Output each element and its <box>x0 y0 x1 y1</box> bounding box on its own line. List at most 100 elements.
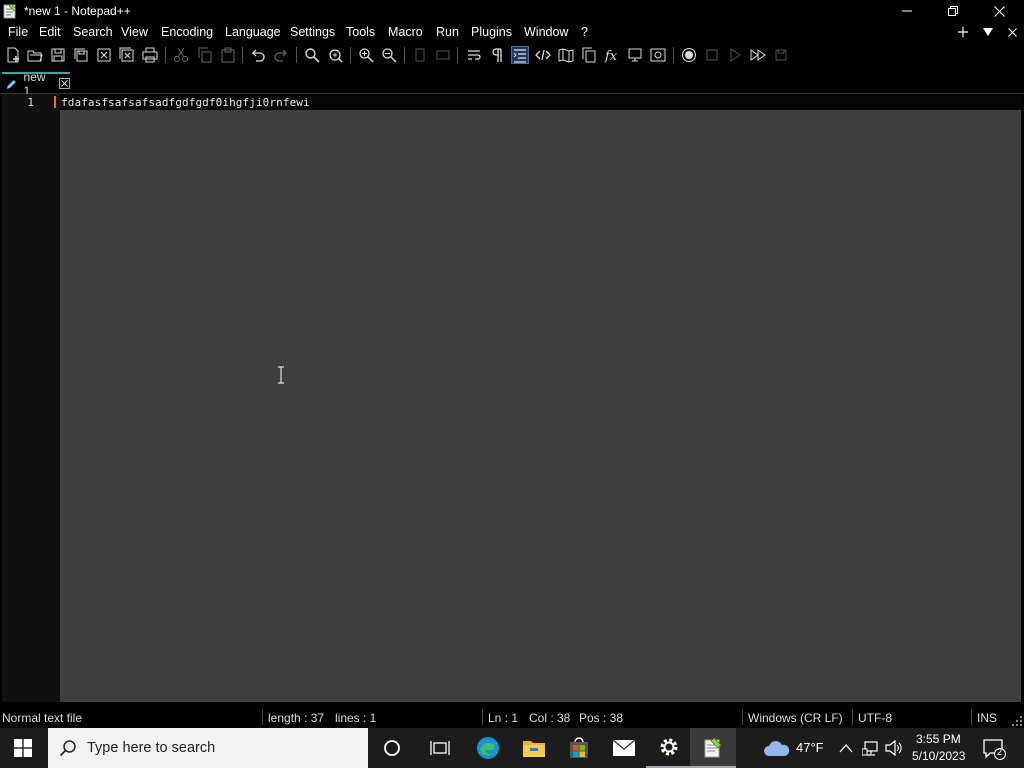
run-macro-multiple-button[interactable] <box>749 46 767 64</box>
taskbar-notepadpp[interactable] <box>690 728 736 768</box>
menu-tools[interactable]: Tools <box>346 25 375 39</box>
clock-date[interactable]: 5/10/2023 <box>912 749 965 763</box>
playback-button[interactable] <box>726 46 744 64</box>
restore-button[interactable] <box>930 0 976 22</box>
print-icon <box>142 47 158 63</box>
notepadpp-icon <box>704 737 722 758</box>
task-view-button[interactable] <box>417 728 463 768</box>
monitoring-button[interactable] <box>649 46 667 64</box>
tab-bar: new 1 <box>0 68 1024 98</box>
cortana-button[interactable] <box>369 728 415 768</box>
gear-icon <box>660 738 678 756</box>
menu-search[interactable]: Search <box>73 25 113 39</box>
tab-list-button[interactable] <box>980 24 996 40</box>
xml-tag-button[interactable] <box>534 46 552 64</box>
tab-new-1[interactable]: new 1 <box>2 70 70 98</box>
replace-button[interactable] <box>326 46 344 64</box>
redo-icon <box>274 49 287 62</box>
menu-run[interactable]: Run <box>436 25 459 39</box>
redo-button[interactable] <box>272 46 290 64</box>
menu-view[interactable]: View <box>121 25 148 39</box>
text-editor[interactable]: 1 fdafasfsafsafsadfgdfgdf0ihgfji0rnfewi <box>2 94 1021 702</box>
close-document-button[interactable] <box>1004 24 1020 40</box>
menu-encoding[interactable]: Encoding <box>161 25 213 39</box>
play-icon <box>730 48 741 62</box>
menu-window[interactable]: Window <box>524 25 568 39</box>
save-button[interactable] <box>49 46 67 64</box>
taskbar-file-explorer[interactable] <box>511 728 557 768</box>
taskbar-mail[interactable] <box>601 728 647 768</box>
print-button[interactable] <box>141 46 159 64</box>
indent-guide-icon <box>513 49 526 63</box>
menu-settings[interactable]: Settings <box>290 25 335 39</box>
zoom-out-button[interactable] <box>380 46 398 64</box>
taskbar-edge[interactable] <box>465 728 511 768</box>
svg-text:fx: fx <box>604 49 618 63</box>
open-file-button[interactable] <box>26 46 44 64</box>
line-number: 1 <box>27 96 34 109</box>
close-window-button[interactable] <box>976 0 1022 22</box>
save-all-button[interactable] <box>72 46 90 64</box>
close-file-icon <box>97 48 111 62</box>
notification-icon <box>983 739 1006 760</box>
copy-button[interactable] <box>196 46 214 64</box>
menu-plugins[interactable]: Plugins <box>471 25 512 39</box>
toolbar-separator <box>296 47 297 63</box>
copy-icon <box>198 47 212 63</box>
word-wrap-button[interactable] <box>465 46 483 64</box>
sync-horizontal-scroll-button[interactable] <box>434 46 452 64</box>
show-all-characters-button[interactable] <box>488 46 506 64</box>
sync-vertical-scroll-button[interactable] <box>411 46 429 64</box>
document-list-button[interactable] <box>580 46 598 64</box>
volume-button[interactable] <box>885 739 903 759</box>
function-list-button[interactable]: fx <box>603 46 621 64</box>
minimize-button[interactable] <box>884 0 930 22</box>
store-icon <box>570 737 588 758</box>
show-hidden-icons-button[interactable] <box>839 741 853 756</box>
zoom-in-button[interactable] <box>357 46 375 64</box>
close-all-icon <box>119 47 134 62</box>
paste-button[interactable] <box>219 46 237 64</box>
find-button[interactable] <box>303 46 321 64</box>
start-button[interactable] <box>0 728 46 768</box>
network-button[interactable] <box>861 740 880 759</box>
indent-guide-button[interactable] <box>511 46 529 64</box>
status-encoding[interactable]: UTF-8 <box>858 711 892 725</box>
toolbar-separator <box>165 47 166 63</box>
menu-help[interactable]: ? <box>581 25 588 39</box>
new-tab-button[interactable] <box>955 24 971 40</box>
taskbar-settings[interactable] <box>646 728 692 768</box>
menu-file[interactable]: File <box>8 25 28 39</box>
close-all-button[interactable] <box>118 46 136 64</box>
toolbar-separator <box>350 47 351 63</box>
status-eol[interactable]: Windows (CR LF) <box>748 711 843 725</box>
task-view-icon <box>430 741 450 755</box>
menu-bar: File Edit Search View Encoding Language … <box>0 22 1024 42</box>
weather-temperature[interactable]: 47°F <box>796 740 824 755</box>
close-button[interactable] <box>95 46 113 64</box>
editor-line-1[interactable]: fdafasfsafsafsadfgdfgdf0ihgfji0rnfewi <box>61 96 310 109</box>
menu-macro[interactable]: Macro <box>388 25 423 39</box>
windows-logo-icon <box>14 739 32 757</box>
cut-button[interactable] <box>172 46 190 64</box>
undo-button[interactable] <box>249 46 267 64</box>
start-recording-button[interactable] <box>680 46 698 64</box>
clock-time[interactable]: 3:55 PM <box>916 732 961 746</box>
save-macro-button[interactable] <box>772 46 790 64</box>
taskbar-search-box[interactable]: Type here to search <box>48 728 368 768</box>
toolbar: fx <box>0 42 1024 68</box>
new-file-button[interactable] <box>4 46 22 64</box>
tab-close-button[interactable] <box>59 78 70 89</box>
menu-edit[interactable]: Edit <box>39 25 61 39</box>
stop-recording-button[interactable] <box>703 46 721 64</box>
folder-as-workspace-button[interactable] <box>626 46 644 64</box>
menu-language[interactable]: Language <box>225 25 281 39</box>
zoom-out-icon <box>382 48 397 63</box>
document-map-button[interactable] <box>557 46 575 64</box>
status-length: length : 37 <box>268 711 325 725</box>
action-center-button[interactable]: 2 <box>982 738 1006 763</box>
weather-widget[interactable] <box>757 728 797 768</box>
resize-grip-icon[interactable] <box>1012 716 1022 726</box>
replace-icon <box>329 49 343 63</box>
taskbar-microsoft-store[interactable] <box>556 728 602 768</box>
